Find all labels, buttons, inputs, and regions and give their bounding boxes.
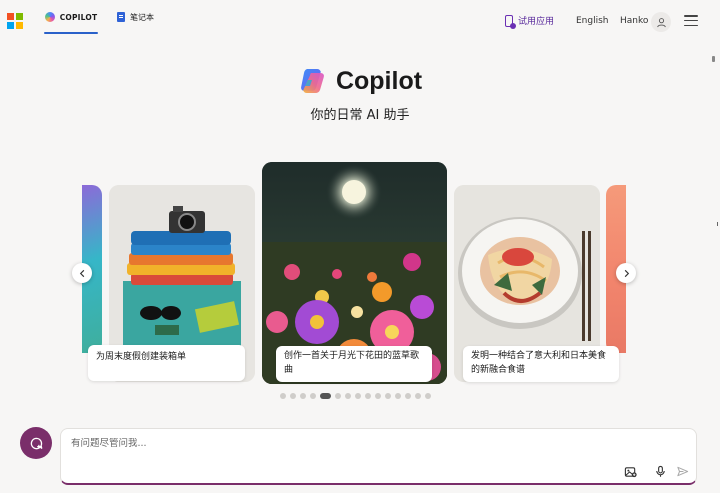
- scroll-indicator: [712, 56, 715, 62]
- microphone-button[interactable]: [653, 464, 667, 478]
- hero-subtitle: 你的日常 AI 助手: [310, 108, 410, 123]
- carousel-pagination: [280, 393, 431, 399]
- chat-input[interactable]: [71, 438, 591, 449]
- try-app-label: 试用应用: [518, 17, 555, 27]
- hero-title: Copilot: [0, 66, 720, 96]
- tab-notebook-label: 笔记本: [130, 12, 154, 22]
- carousel-dot[interactable]: [405, 393, 411, 399]
- carousel-dot[interactable]: [425, 393, 431, 399]
- carousel-dot[interactable]: [320, 393, 331, 399]
- tab-copilot-label: COPILOT: [59, 12, 98, 22]
- user-name[interactable]: Hanko: [620, 16, 648, 26]
- copilot-tab-icon: [44, 12, 55, 22]
- carousel-prev-button[interactable]: [72, 263, 92, 283]
- carousel-dot[interactable]: [300, 393, 306, 399]
- card-caption-fusion-recipe[interactable]: 发明一种结合了意大利和日本美食的新融合食谱: [463, 346, 619, 382]
- carousel-dot[interactable]: [355, 393, 361, 399]
- image-upload-button[interactable]: [623, 464, 637, 478]
- brand-title: Copilot: [335, 66, 423, 95]
- copilot-logo-icon: [300, 69, 324, 94]
- notebook-icon: [117, 12, 125, 22]
- edge-marker: [717, 222, 718, 226]
- send-icon: [676, 466, 688, 476]
- card-caption-packing-list[interactable]: 为周末度假创建装箱单: [88, 345, 245, 381]
- card-caption-bluegrass-song[interactable]: 创作一首关于月光下花田的蓝草歌曲: [276, 346, 432, 382]
- carousel-dot[interactable]: [375, 393, 381, 399]
- chat-composer: [60, 428, 697, 485]
- carousel-dot[interactable]: [310, 393, 316, 399]
- try-app-link[interactable]: 试用应用: [505, 14, 555, 29]
- carousel-dot[interactable]: [335, 393, 341, 399]
- user-icon: [656, 17, 666, 27]
- carousel-dot[interactable]: [385, 393, 391, 399]
- tab-notebook[interactable]: 笔记本: [117, 0, 154, 34]
- chevron-right-icon: [624, 269, 629, 277]
- avatar[interactable]: [651, 12, 671, 32]
- hamburger-menu-icon[interactable]: [684, 15, 698, 26]
- phone-icon: [505, 14, 516, 29]
- carousel-dot[interactable]: [365, 393, 371, 399]
- microsoft-logo-icon[interactable]: [7, 13, 23, 29]
- microphone-icon: [655, 465, 665, 477]
- top-bar: COPILOT 笔记本 试用应用 English Hanko: [0, 0, 720, 42]
- new-topic-button[interactable]: [20, 427, 52, 459]
- tab-copilot[interactable]: COPILOT: [44, 0, 98, 34]
- language-selector[interactable]: English: [576, 16, 609, 26]
- new-chat-icon: [30, 437, 42, 449]
- image-icon: [624, 466, 637, 477]
- carousel-dot[interactable]: [290, 393, 296, 399]
- carousel-next-button[interactable]: [616, 263, 636, 283]
- carousel-dot[interactable]: [280, 393, 286, 399]
- carousel-dot[interactable]: [395, 393, 401, 399]
- chevron-left-icon: [79, 269, 84, 277]
- carousel-dot[interactable]: [345, 393, 351, 399]
- carousel-dot[interactable]: [415, 393, 421, 399]
- send-button[interactable]: [675, 464, 689, 478]
